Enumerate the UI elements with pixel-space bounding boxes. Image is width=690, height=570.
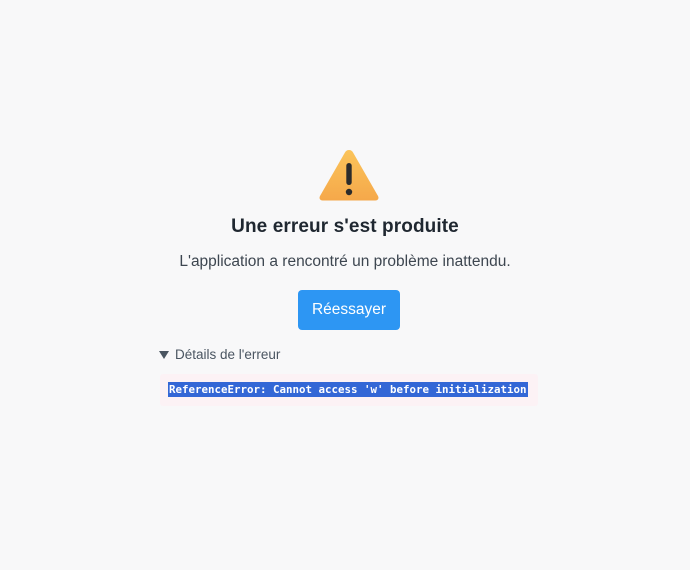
error-message: L'application a rencontré un problème in… — [179, 253, 511, 270]
retry-button[interactable]: Réessayer — [298, 290, 400, 330]
error-page: Une erreur s'est produite L'application … — [0, 0, 690, 570]
error-stack-text[interactable]: ReferenceError: Cannot access 'w' before… — [168, 382, 528, 397]
error-title: Une erreur s'est produite — [231, 216, 459, 237]
triangle-down-icon — [159, 351, 169, 359]
error-details-label: Détails de l'erreur — [175, 347, 281, 362]
error-details-toggle[interactable]: Détails de l'erreur — [159, 347, 280, 362]
warning-triangle-icon — [319, 150, 379, 201]
error-details-box: ReferenceError: Cannot access 'w' before… — [160, 374, 538, 406]
